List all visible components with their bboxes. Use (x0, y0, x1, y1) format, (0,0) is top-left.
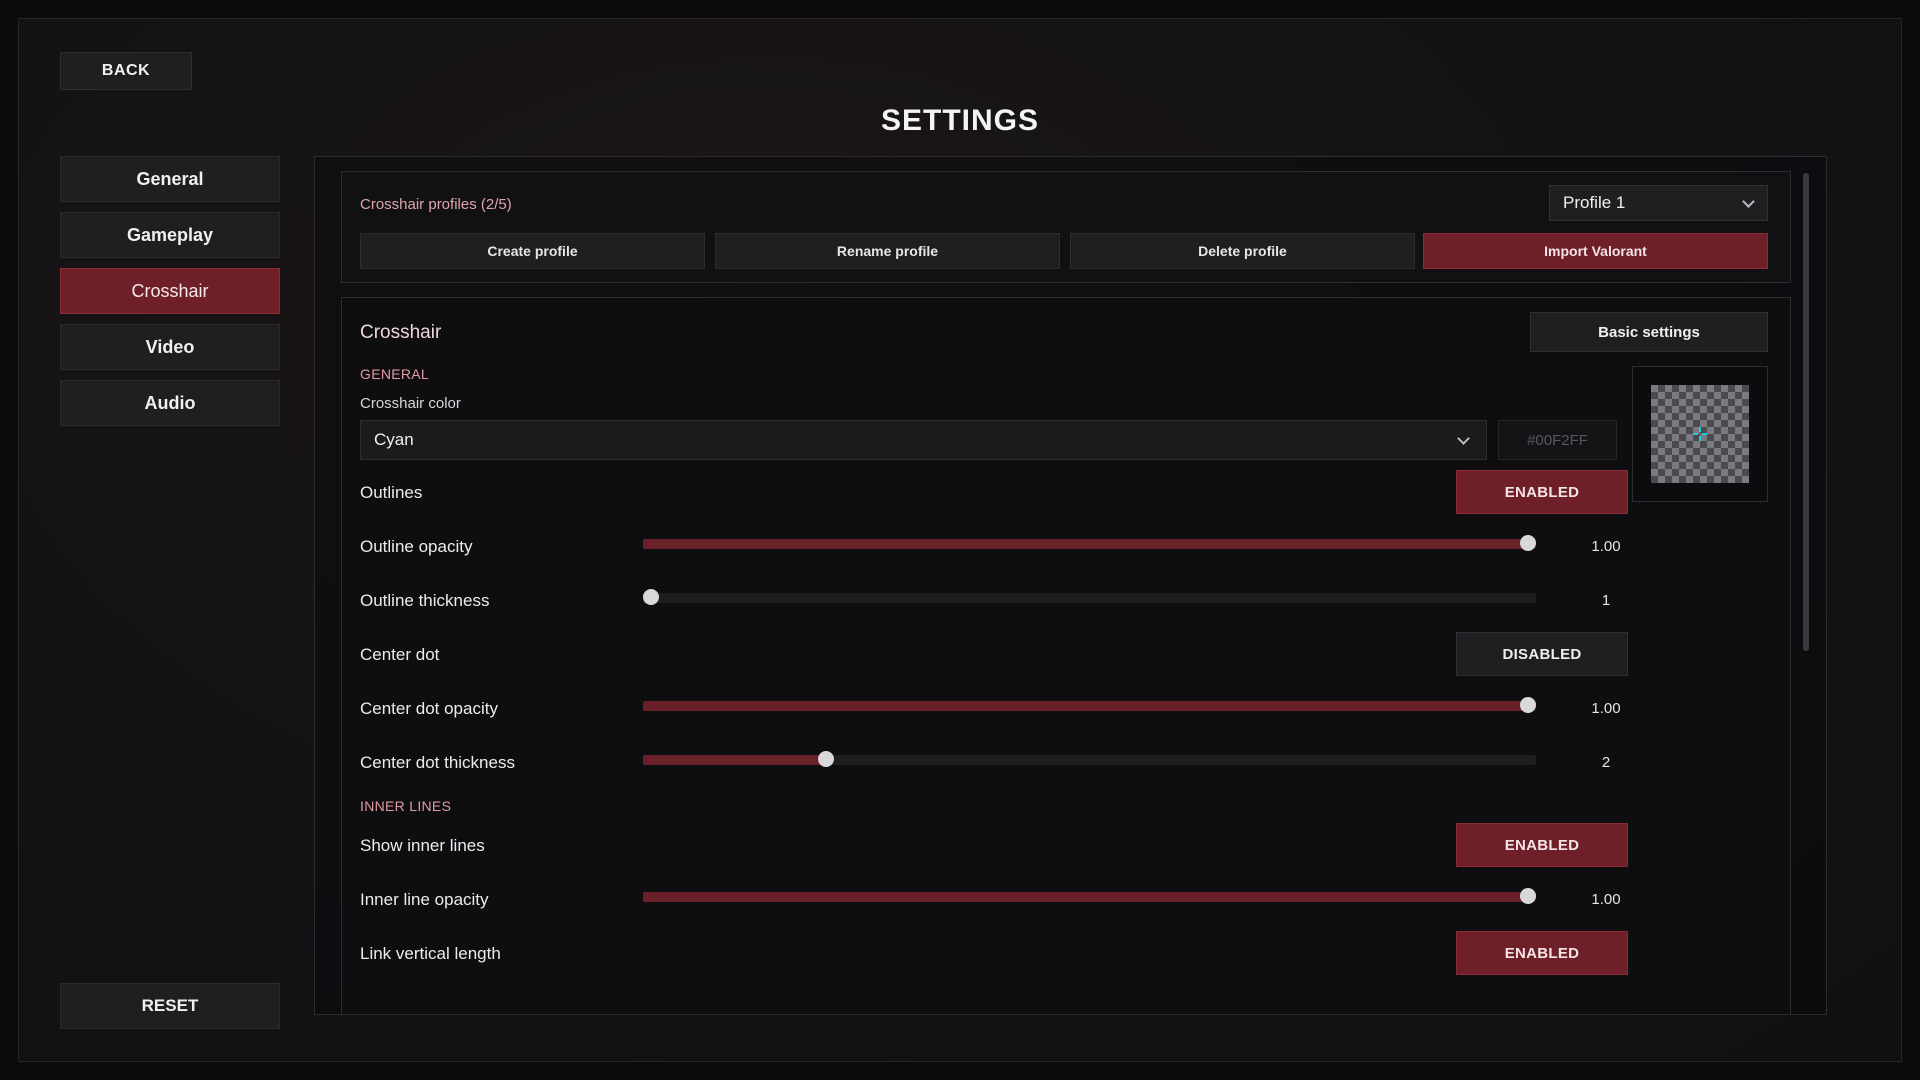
outline-thickness-label: Outline thickness (360, 591, 490, 610)
inner-line-opacity-slider[interactable] (643, 888, 1536, 904)
rename-profile-button[interactable]: Rename profile (715, 233, 1060, 269)
chevron-down-icon (1457, 432, 1470, 445)
slider-thumb[interactable] (1520, 697, 1536, 713)
crosshair-color-select[interactable]: Cyan (360, 420, 1487, 460)
slider-thumb[interactable] (643, 589, 659, 605)
link-vertical-length-toggle[interactable]: ENABLED (1456, 931, 1628, 975)
basic-settings-button[interactable]: Basic settings (1530, 312, 1768, 352)
general-heading: GENERAL (360, 366, 430, 382)
slider-thumb[interactable] (1520, 535, 1536, 551)
slider-thumb[interactable] (818, 751, 835, 767)
center-dot-thickness-value: 2 (1601, 754, 1611, 771)
slider-fill (643, 539, 1528, 549)
sidebar-item-general[interactable]: General (60, 156, 280, 202)
center-dot-opacity-slider[interactable] (643, 697, 1536, 713)
preview-background (1651, 385, 1749, 483)
page-title: SETTINGS (880, 104, 1039, 137)
slider-fill (643, 755, 827, 765)
sidebar-item-crosshair[interactable]: Crosshair (60, 268, 280, 314)
sidebar-item-video[interactable]: Video (60, 324, 280, 370)
sidebar-item-audio[interactable]: Audio (60, 380, 280, 426)
back-button[interactable]: BACK (60, 52, 192, 90)
outline-thickness-slider[interactable] (643, 589, 1536, 605)
crosshair-preview (1632, 366, 1768, 502)
scrollbar-thumb[interactable] (1803, 173, 1809, 651)
crosshair-icon (1693, 427, 1707, 441)
section-title: Crosshair (360, 322, 442, 343)
inner-lines-heading: INNER LINES (360, 798, 452, 814)
center-dot-opacity-label: Center dot opacity (360, 699, 498, 718)
center-dot-thickness-label: Center dot thickness (360, 753, 515, 772)
outlines-label: Outlines (360, 483, 423, 502)
reset-button[interactable]: RESET (60, 983, 280, 1029)
show-inner-lines-toggle[interactable]: ENABLED (1456, 823, 1628, 867)
outlines-toggle[interactable]: ENABLED (1456, 470, 1628, 514)
import-valorant-button[interactable]: Import Valorant (1423, 233, 1768, 269)
slider-fill (643, 701, 1528, 711)
outline-opacity-value: 1.00 (1591, 538, 1621, 555)
outline-opacity-label: Outline opacity (360, 537, 473, 556)
slider-fill (643, 892, 1528, 902)
profiles-title: Crosshair profiles (2/5) (360, 196, 512, 213)
create-profile-button[interactable]: Create profile (360, 233, 705, 269)
center-dot-thickness-slider[interactable] (643, 751, 1536, 767)
crosshair-color-label: Crosshair color (360, 395, 461, 412)
profile-select[interactable]: Profile 1 (1549, 185, 1768, 221)
color-hex-input[interactable]: #00F2FF (1498, 420, 1617, 460)
settings-panel: Crosshair profiles (2/5) Profile 1 Creat… (314, 156, 1827, 1015)
inner-line-opacity-value: 1.00 (1591, 891, 1621, 908)
outline-thickness-value: 1 (1601, 592, 1611, 609)
crosshair-color-value: Cyan (374, 430, 414, 449)
slider-thumb[interactable] (1520, 888, 1536, 904)
center-dot-label: Center dot (360, 645, 440, 664)
center-dot-opacity-value: 1.00 (1591, 700, 1621, 717)
crosshair-section: Crosshair Basic settings GENERAL Crossha… (341, 297, 1791, 1014)
inner-line-opacity-label: Inner line opacity (360, 890, 489, 909)
link-vertical-length-label: Link vertical length (360, 944, 501, 963)
sidebar: General Gameplay Crosshair Video Audio (60, 156, 280, 436)
crosshair-profiles-section: Crosshair profiles (2/5) Profile 1 Creat… (341, 171, 1791, 283)
delete-profile-button[interactable]: Delete profile (1070, 233, 1415, 269)
profile-select-value: Profile 1 (1563, 193, 1626, 212)
show-inner-lines-label: Show inner lines (360, 836, 485, 855)
center-dot-toggle[interactable]: DISABLED (1456, 632, 1628, 676)
sidebar-item-gameplay[interactable]: Gameplay (60, 212, 280, 258)
chevron-down-icon (1742, 195, 1755, 208)
outline-opacity-slider[interactable] (643, 535, 1536, 551)
